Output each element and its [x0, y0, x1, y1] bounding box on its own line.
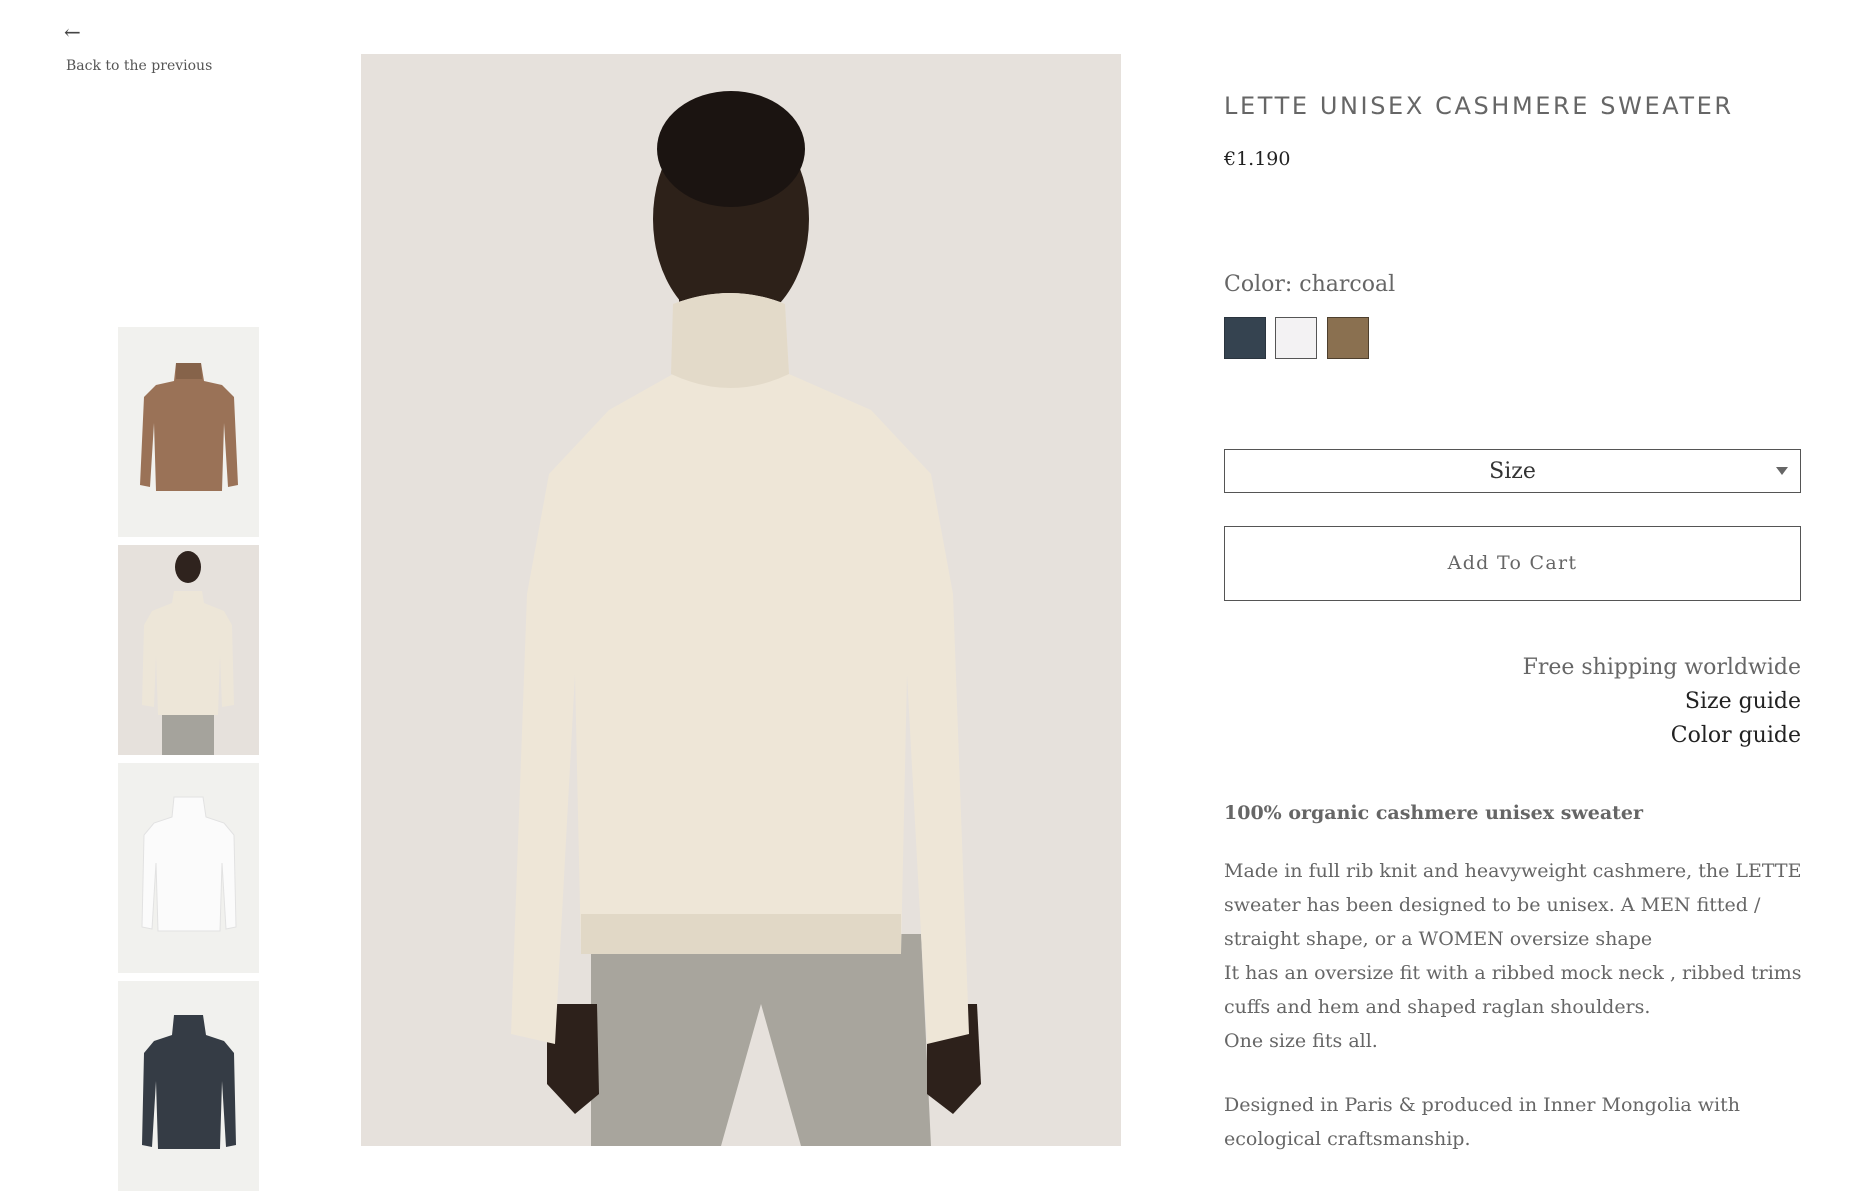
main-product-photo [361, 54, 1121, 1146]
arrow-left-icon[interactable]: ← [64, 20, 81, 44]
model-cream-sweater-thumbnail[interactable] [118, 545, 259, 755]
product-description: 100% organic cashmere unisex sweater Mad… [1224, 802, 1814, 1156]
shipping-info: Free shipping worldwide [1522, 655, 1801, 680]
white-sweater-thumbnail[interactable] [118, 763, 259, 973]
size-select-label: Size [1489, 459, 1536, 484]
white-sweater-image [118, 763, 259, 973]
swatch-camel[interactable] [1327, 317, 1369, 359]
add-to-cart-button[interactable]: Add To Cart [1224, 526, 1801, 601]
product-price: €1.190 [1224, 148, 1291, 170]
swatch-white[interactable] [1275, 317, 1317, 359]
model-wearing-sweater-image [361, 54, 1121, 1146]
size-select[interactable]: Size [1224, 449, 1801, 493]
info-links: Free shipping worldwide Size guide Color… [1523, 651, 1801, 753]
description-line: It has an oversize fit with a ribbed moc… [1224, 962, 1802, 1018]
swatch-charcoal[interactable] [1224, 317, 1266, 359]
size-guide-link[interactable]: Size guide [1523, 685, 1801, 719]
camel-sweater-thumbnail[interactable] [118, 327, 259, 537]
description-headline: 100% organic cashmere unisex sweater [1224, 802, 1644, 824]
description-line: One size fits all. [1224, 1030, 1378, 1052]
color-label: Color: charcoal [1224, 272, 1396, 297]
product-title: LETTE UNISEX CASHMERE SWEATER [1224, 92, 1734, 120]
back-link[interactable]: Back to the previous [66, 58, 212, 74]
charcoal-sweater-image [118, 981, 259, 1191]
description-line: Made in full rib knit and heavyweight ca… [1224, 860, 1802, 950]
charcoal-sweater-thumbnail[interactable] [118, 981, 259, 1191]
model-cream-sweater-image [118, 545, 259, 755]
camel-sweater-image [118, 327, 259, 537]
caret-down-icon [1776, 467, 1788, 475]
color-guide-link[interactable]: Color guide [1523, 719, 1801, 753]
